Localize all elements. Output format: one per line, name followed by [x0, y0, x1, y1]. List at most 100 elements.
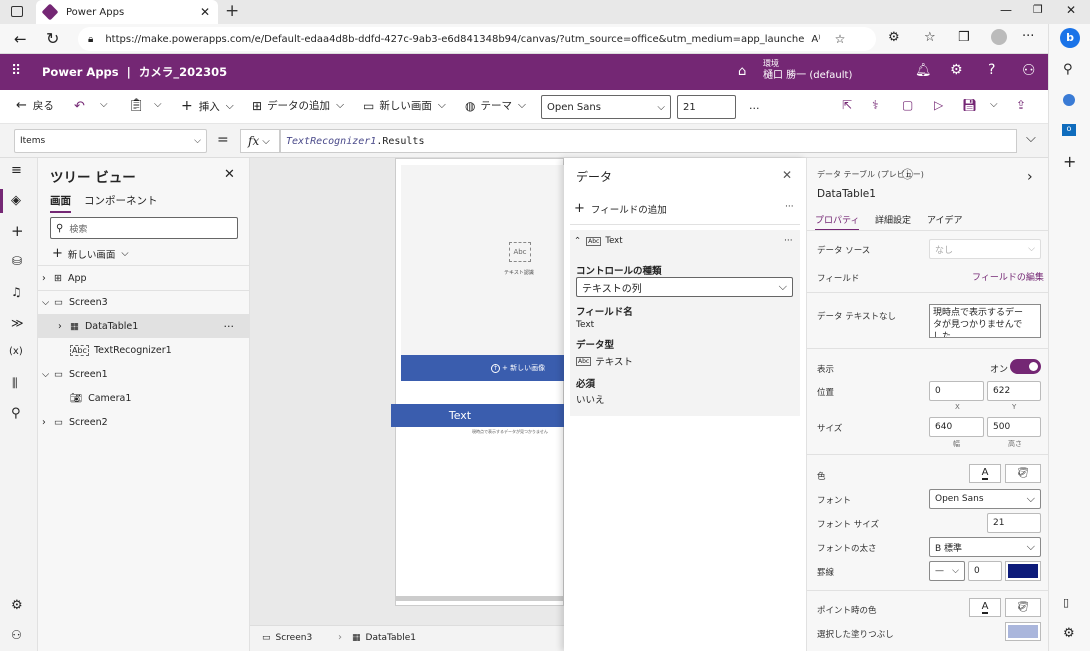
tree-item-screen3[interactable]: ⌵ ▭ Screen3 — [38, 290, 250, 314]
tree-item-textrecognizer1[interactable]: Abc TextRecognizer1 — [38, 338, 250, 362]
profile-avatar[interactable] — [991, 29, 1007, 45]
favorites-icon[interactable]: ☆ — [924, 30, 936, 45]
refresh-icon[interactable]: ↻ — [46, 29, 59, 48]
shopping-icon[interactable] — [1063, 94, 1075, 106]
menu-icon[interactable]: ≡ — [11, 163, 22, 178]
new-screen-button[interactable]: ▭ 新しい画面 ⌵ — [363, 98, 446, 113]
tab-properties[interactable]: プロパティ — [815, 213, 860, 231]
back-button[interactable]: ← 戻る — [16, 98, 54, 113]
screen-preview[interactable]: Abc テキスト認識 ↑ + 新しい画像 Text 現時点で表示するデータが見つ… — [391, 158, 565, 606]
font-weight-select[interactable]: B 標準 ⌵ — [929, 537, 1041, 557]
breadcrumb-screen[interactable]: ▭ Screen3 — [262, 633, 312, 643]
play-icon[interactable]: ▷ — [934, 98, 943, 112]
settings-icon[interactable]: ⚙ — [950, 62, 963, 78]
tab-screens[interactable]: 画面 — [50, 193, 71, 213]
new-screen-tree-button[interactable]: + 新しい画面 ⌵ — [52, 246, 129, 261]
tree-item-datatable1[interactable]: › ▦ DataTable1 ··· — [38, 314, 250, 338]
hover-text-color-picker[interactable]: A — [969, 598, 1001, 617]
help-icon[interactable]: ? — [988, 62, 995, 78]
browser-tab[interactable]: Power Apps ✕ — [36, 0, 218, 24]
read-aloud-icon[interactable]: A⁾ — [811, 34, 820, 45]
app-checker-icon[interactable]: ⚕ — [872, 98, 879, 112]
data-icon[interactable]: ⛁ — [12, 254, 22, 268]
tab-actions-icon[interactable] — [11, 6, 23, 17]
save-icon[interactable]: 💾︎ — [962, 98, 977, 112]
notification-icon[interactable]: 🔔︎ — [915, 63, 932, 78]
breadcrumb-control[interactable]: ▦ DataTable1 — [352, 633, 416, 643]
share-icon[interactable]: ⇱ — [842, 98, 852, 112]
tree-search-input[interactable]: ⚲ 検索 — [50, 217, 238, 239]
font-size-input[interactable]: 21 — [677, 95, 736, 119]
text-color-picker[interactable]: A — [969, 464, 1001, 483]
variables-icon[interactable]: (x) — [9, 346, 23, 357]
tree-item-app[interactable]: › ⊞ App — [38, 266, 250, 290]
bing-icon[interactable]: b — [1060, 28, 1080, 48]
font-size-input[interactable]: 21 — [987, 513, 1041, 533]
visible-toggle[interactable] — [1010, 359, 1041, 374]
user-icon[interactable]: ⚇ — [1022, 61, 1035, 79]
datatable-header[interactable]: Text — [391, 404, 565, 427]
restore-icon[interactable]: ❐ — [1033, 3, 1043, 16]
extensions-icon[interactable]: ⚙ — [888, 30, 900, 45]
chevron-down-icon[interactable]: ⌵ — [100, 99, 108, 110]
insert-icon[interactable]: + — [11, 222, 24, 240]
add-field-button[interactable]: + フィールドの追加 — [574, 201, 667, 216]
border-color-picker[interactable] — [1005, 561, 1041, 581]
virtual-agent-icon[interactable]: ⚇ — [11, 628, 22, 642]
add-sidebar-icon[interactable]: + — [1063, 152, 1076, 171]
settings-icon[interactable]: ⚙ — [11, 598, 23, 613]
undo-icon[interactable]: ↶ — [74, 99, 85, 114]
minimize-icon[interactable]: — — [1000, 3, 1012, 17]
property-select[interactable]: Items ⌵ — [14, 129, 207, 153]
formula-input[interactable]: TextRecognizer1 .Results — [280, 129, 1017, 153]
more-options-button[interactable]: ··· — [784, 236, 793, 246]
search-icon[interactable]: ⚲ — [11, 406, 21, 421]
fill-color-picker[interactable]: 🪣︎ — [1005, 464, 1041, 483]
new-tab-icon[interactable]: + — [225, 1, 239, 21]
more-options-button[interactable]: ··· — [785, 202, 794, 212]
back-icon[interactable]: ← — [14, 30, 27, 48]
hover-fill-color-picker[interactable]: 🪣︎ — [1005, 598, 1041, 617]
advanced-tools-icon[interactable]: ⫼ — [12, 376, 18, 391]
more-options-button[interactable]: ··· — [224, 320, 235, 333]
expand-formula-icon[interactable]: ⌵ — [1026, 131, 1036, 146]
tree-view-icon[interactable]: ◈ — [11, 193, 21, 208]
url-box[interactable]: 🔒︎ https://make.powerapps.com/e/Default-… — [78, 27, 876, 51]
add-data-button[interactable]: ⊞ データの追加 ⌵ — [252, 98, 344, 113]
data-source-select[interactable]: なし ⌵ — [929, 239, 1041, 259]
tree-item-camera1[interactable]: 📷︎ Camera1 — [38, 386, 250, 410]
publish-icon[interactable]: ⇪ — [1016, 98, 1026, 112]
selected-fill-picker[interactable] — [1005, 622, 1041, 641]
paste-icon[interactable]: 📋︎ — [128, 98, 145, 113]
comments-icon[interactable]: ▢ — [902, 98, 913, 112]
canvas-scrollbar[interactable] — [396, 596, 565, 601]
new-image-button[interactable]: ↑ + 新しい画像 — [401, 355, 565, 381]
border-style-select[interactable]: — ⌵ — [929, 561, 965, 581]
tab-components[interactable]: コンポーネント — [84, 193, 158, 208]
close-tab-icon[interactable]: ✕ — [200, 5, 210, 19]
control-type-select[interactable]: テキストの列 ⌵ — [576, 277, 793, 297]
more-commands-button[interactable]: ... — [749, 99, 760, 112]
more-icon[interactable]: ··· — [1022, 29, 1034, 44]
chevron-down-icon[interactable]: ⌵ — [990, 99, 998, 110]
outlook-icon[interactable]: o — [1062, 124, 1076, 136]
chevron-right-icon[interactable]: › — [1027, 169, 1033, 185]
font-select[interactable]: Open Sans ⌵ — [929, 489, 1041, 509]
y-input[interactable]: 622 — [987, 381, 1041, 401]
tree-item-screen2[interactable]: › ▭ Screen2 — [38, 410, 250, 434]
favorite-icon[interactable]: ☆ — [835, 32, 846, 46]
font-select[interactable]: Open Sans ⌵ — [541, 95, 671, 119]
edit-fields-link[interactable]: フィールドの編集 — [972, 270, 1044, 283]
height-input[interactable]: 500 — [987, 417, 1041, 437]
width-input[interactable]: 640 — [929, 417, 984, 437]
settings-icon[interactable]: ⚙ — [1063, 626, 1075, 641]
theme-button[interactable]: ◍ テーマ ⌵ — [465, 98, 526, 113]
close-window-icon[interactable]: ✕ — [1066, 3, 1076, 17]
x-input[interactable]: 0 — [929, 381, 984, 401]
fx-button[interactable]: fx ⌵ — [240, 129, 280, 153]
tab-ideas[interactable]: アイデア — [927, 213, 963, 226]
insert-button[interactable]: + 挿入 ⌵ — [181, 98, 234, 114]
collections-icon[interactable]: ❒ — [958, 30, 970, 45]
close-icon[interactable]: ✕ — [224, 167, 235, 182]
field-card-header[interactable]: ⌃ Abc Text — [574, 236, 623, 246]
